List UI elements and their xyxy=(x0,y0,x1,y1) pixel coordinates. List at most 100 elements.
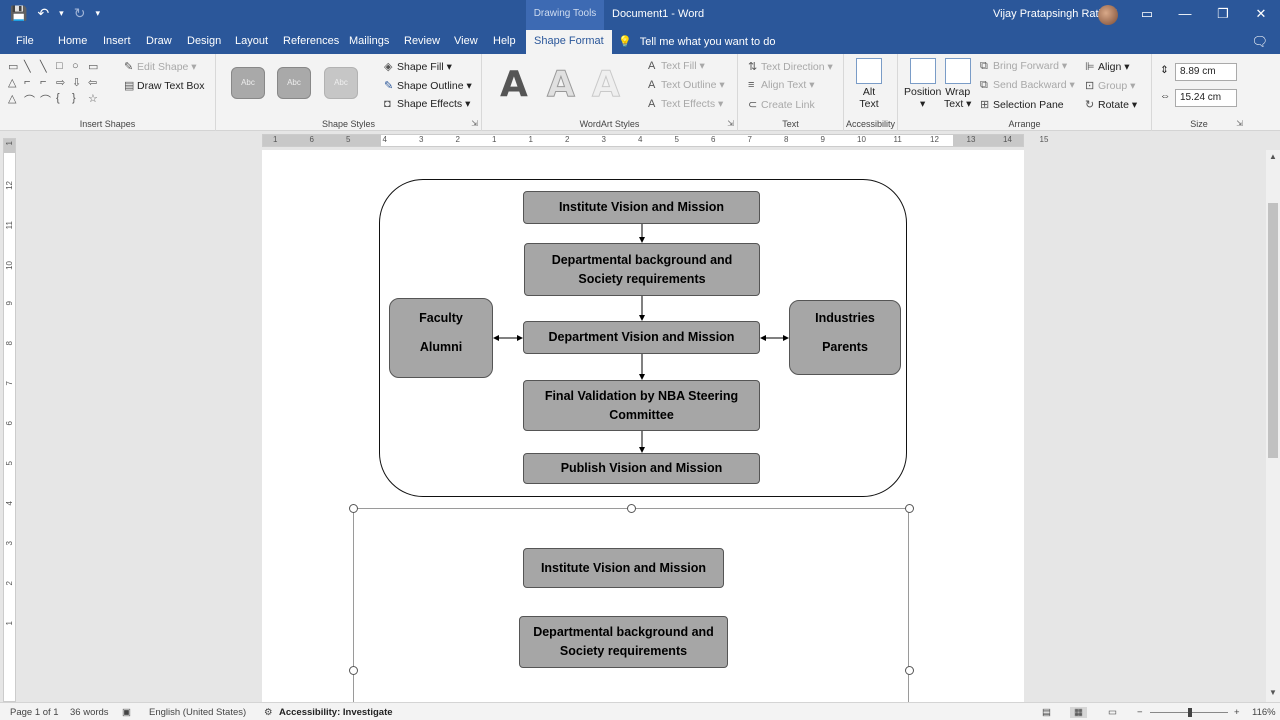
resize-handle[interactable] xyxy=(905,666,914,675)
shape-gallery-item[interactable]: ⌒ xyxy=(40,92,56,108)
group-button[interactable]: ⊡ Group ▾ xyxy=(1085,79,1135,92)
box-publish-vision[interactable]: Publish Vision and Mission xyxy=(523,453,760,484)
undo-dropdown-icon[interactable]: ▾ xyxy=(59,8,64,19)
tab-view[interactable]: View xyxy=(454,35,478,47)
bring-forward-button[interactable]: ⧉ Bring Forward ▾ xyxy=(980,60,1067,73)
vertical-ruler[interactable]: 1 12 11 10 9 8 7 6 5 4 3 2 1 xyxy=(3,138,16,702)
tab-layout[interactable]: Layout xyxy=(235,35,268,47)
shape-gallery-item[interactable]: △ xyxy=(8,76,24,92)
language[interactable]: English (United States) xyxy=(149,707,246,718)
undo-icon[interactable]: ↶ xyxy=(37,5,49,22)
ribbon-display-options-icon[interactable]: ▭ xyxy=(1128,0,1166,30)
wordart-style-c[interactable]: A xyxy=(592,64,621,106)
shape-gallery-item[interactable]: { xyxy=(56,92,72,108)
create-link-button[interactable]: ⊂ Create Link xyxy=(748,98,815,111)
shape-gallery-item[interactable]: } xyxy=(72,92,88,108)
resize-handle[interactable] xyxy=(349,504,358,513)
shape-gallery-item[interactable]: □ xyxy=(56,60,72,76)
selection-pane-button[interactable]: ⊞ Selection Pane xyxy=(980,98,1064,111)
shapes-gallery[interactable]: ▭ ╲ ╲ □ ○ ▭ △ ⌐ ⌐ ⇨ ⇩ ⇦ △ ⌒ ⌒{} ☆ xyxy=(8,60,108,108)
zoom-slider-thumb[interactable] xyxy=(1188,708,1192,717)
minimize-icon[interactable]: — xyxy=(1166,0,1204,30)
tab-home[interactable]: Home xyxy=(58,35,87,47)
wrap-text-button[interactable]: Wrap Text ▾ xyxy=(944,58,971,110)
comments-icon[interactable]: 🗨 xyxy=(1251,34,1268,50)
shape-gallery-item[interactable]: ⇦ xyxy=(88,76,104,92)
shape-gallery-item[interactable]: ▭ xyxy=(88,60,104,76)
box-institute-vision-copy[interactable]: Institute Vision and Mission xyxy=(523,548,724,588)
scroll-down-icon[interactable]: ▼ xyxy=(1266,688,1280,700)
zoom-out-icon[interactable]: − xyxy=(1137,707,1143,718)
proofing-icon[interactable]: ▣ xyxy=(122,707,131,718)
tab-references[interactable]: References xyxy=(283,35,339,47)
position-button[interactable]: Position ▾ xyxy=(904,58,941,110)
align-text-button[interactable]: ≡ Align Text ▾ xyxy=(748,79,815,91)
tell-me-search[interactable]: 💡 Tell me what you want to do xyxy=(618,35,775,48)
shape-gallery-item[interactable]: ⇩ xyxy=(72,76,88,92)
tab-help[interactable]: Help xyxy=(493,35,516,47)
tab-design[interactable]: Design xyxy=(187,35,221,47)
dialog-launcher-icon[interactable]: ⇲ xyxy=(1236,119,1243,128)
restore-icon[interactable]: ❐ xyxy=(1204,0,1242,30)
print-layout-icon[interactable]: ▦ xyxy=(1070,707,1087,718)
shape-width-input[interactable]: 15.24 cm xyxy=(1175,89,1237,107)
shape-style-swatch[interactable]: Abc xyxy=(231,67,265,99)
scroll-up-icon[interactable]: ▲ xyxy=(1266,152,1280,164)
shape-gallery-item[interactable]: ○ xyxy=(72,60,88,76)
box-departmental-background[interactable]: Departmental background and Society requi… xyxy=(524,243,760,296)
draw-text-box-button[interactable]: ▤ Draw Text Box xyxy=(124,79,205,92)
tab-file[interactable]: File xyxy=(16,35,34,47)
tab-review[interactable]: Review xyxy=(404,35,440,47)
resize-handle[interactable] xyxy=(627,504,636,513)
shape-gallery-item[interactable]: ▭ xyxy=(8,60,24,76)
dialog-launcher-icon[interactable]: ⇲ xyxy=(727,119,734,128)
web-layout-icon[interactable]: ▭ xyxy=(1108,707,1117,718)
zoom-in-icon[interactable]: + xyxy=(1234,707,1240,718)
shape-gallery-item[interactable]: ╲ xyxy=(24,60,40,76)
shape-gallery-item[interactable]: ⇨ xyxy=(56,76,72,92)
shape-effects-button[interactable]: ◘ Shape Effects ▾ xyxy=(384,98,470,110)
box-departmental-background-copy[interactable]: Departmental background and Society requi… xyxy=(519,616,728,668)
tab-mailings[interactable]: Mailings xyxy=(349,35,389,47)
close-icon[interactable]: ✕ xyxy=(1242,0,1280,30)
tab-draw[interactable]: Draw xyxy=(146,35,172,47)
customize-qat-icon[interactable]: ▾ xyxy=(95,8,100,19)
shape-gallery-item[interactable]: ☆ xyxy=(88,92,104,108)
box-industries-parents[interactable]: Industries Parents xyxy=(789,300,901,375)
resize-handle[interactable] xyxy=(349,666,358,675)
box-institute-vision[interactable]: Institute Vision and Mission xyxy=(523,191,760,224)
tab-insert[interactable]: Insert xyxy=(103,35,131,47)
shape-height-input[interactable]: 8.89 cm xyxy=(1175,63,1237,81)
avatar[interactable] xyxy=(1098,5,1118,25)
shape-gallery-item[interactable]: ⌐ xyxy=(40,76,56,92)
shape-style-swatch[interactable]: Abc xyxy=(324,67,358,99)
shape-gallery-item[interactable]: ⌒ xyxy=(24,92,40,108)
read-mode-icon[interactable]: ▤ xyxy=(1042,707,1051,718)
edit-shape-button[interactable]: ✎ Edit Shape ▾ xyxy=(124,60,197,73)
redo-icon[interactable]: ↻ xyxy=(74,5,86,22)
save-icon[interactable]: 💾 xyxy=(10,5,27,22)
shape-fill-button[interactable]: ◈ Shape Fill ▾ xyxy=(384,60,452,73)
tab-shape-format[interactable]: Shape Format xyxy=(526,30,612,54)
alt-text-button[interactable]: Alt Text xyxy=(856,58,882,110)
zoom-level[interactable]: 116% xyxy=(1252,707,1276,718)
shape-gallery-item[interactable]: ⌐ xyxy=(24,76,40,92)
text-direction-button[interactable]: ⇅ Text Direction ▾ xyxy=(748,60,833,73)
shape-outline-button[interactable]: ✎ Shape Outline ▾ xyxy=(384,79,472,92)
word-count[interactable]: 36 words xyxy=(70,707,109,718)
text-effects-button[interactable]: A Text Effects ▾ xyxy=(648,98,723,110)
shape-gallery-item[interactable]: △ xyxy=(8,92,24,108)
send-backward-button[interactable]: ⧉ Send Backward ▾ xyxy=(980,79,1075,92)
wordart-style-b[interactable]: A xyxy=(547,64,576,106)
wordart-style-a[interactable]: A xyxy=(500,64,528,105)
shape-gallery-item[interactable]: ╲ xyxy=(40,60,56,76)
text-fill-button[interactable]: A Text Fill ▾ xyxy=(648,60,705,72)
page-count[interactable]: Page 1 of 1 xyxy=(10,707,59,718)
rotate-button[interactable]: ↻ Rotate ▾ xyxy=(1085,98,1137,111)
accessibility-status[interactable]: Accessibility: Investigate xyxy=(279,707,393,718)
box-final-validation[interactable]: Final Validation by NBA Steering Committe… xyxy=(523,380,760,431)
scrollbar-thumb[interactable] xyxy=(1268,203,1278,458)
horizontal-ruler[interactable]: 1 6 5 4 3 2 1 1 2 3 4 5 6 7 8 9 10 11 12 13 14 15 xyxy=(262,134,1048,147)
box-department-vision[interactable]: Department Vision and Mission xyxy=(523,321,760,354)
text-outline-button[interactable]: A Text Outline ▾ xyxy=(648,79,725,91)
